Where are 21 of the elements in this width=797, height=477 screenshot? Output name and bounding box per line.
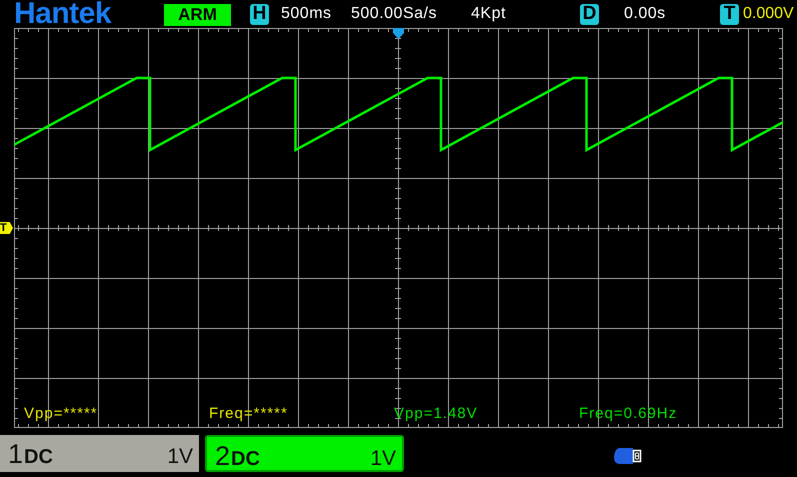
trigger-badge: T [720,4,739,24]
channel-number: 1 [8,439,24,470]
volts-per-division: 1V [167,445,193,469]
coupling-mode: DC [24,446,53,469]
coupling-mode: DC [231,448,260,471]
delay-badge: D [580,4,599,24]
trigger-level-marker[interactable]: T [0,222,13,234]
volts-per-division: 1V [370,447,396,471]
timebase-value: 500ms [281,5,333,23]
sample-rate: 500.00Sa/s [351,5,438,23]
delay-value: 0.00s [624,5,667,23]
trigger-level: 0.000V [743,5,794,23]
channel-label[interactable]: 2DC 1V [205,435,404,472]
timebase-badge: H [250,4,269,24]
channel-label[interactable]: 1DC 1V [0,435,199,472]
memory-depth: 4Kpt [471,5,507,23]
brand-logo: Hantek [14,0,112,28]
usb-drive-icon [614,448,642,464]
acquisition-status: ARM [164,4,231,26]
channel-number: 2 [215,441,230,472]
trigger-position-marker[interactable] [393,28,404,39]
